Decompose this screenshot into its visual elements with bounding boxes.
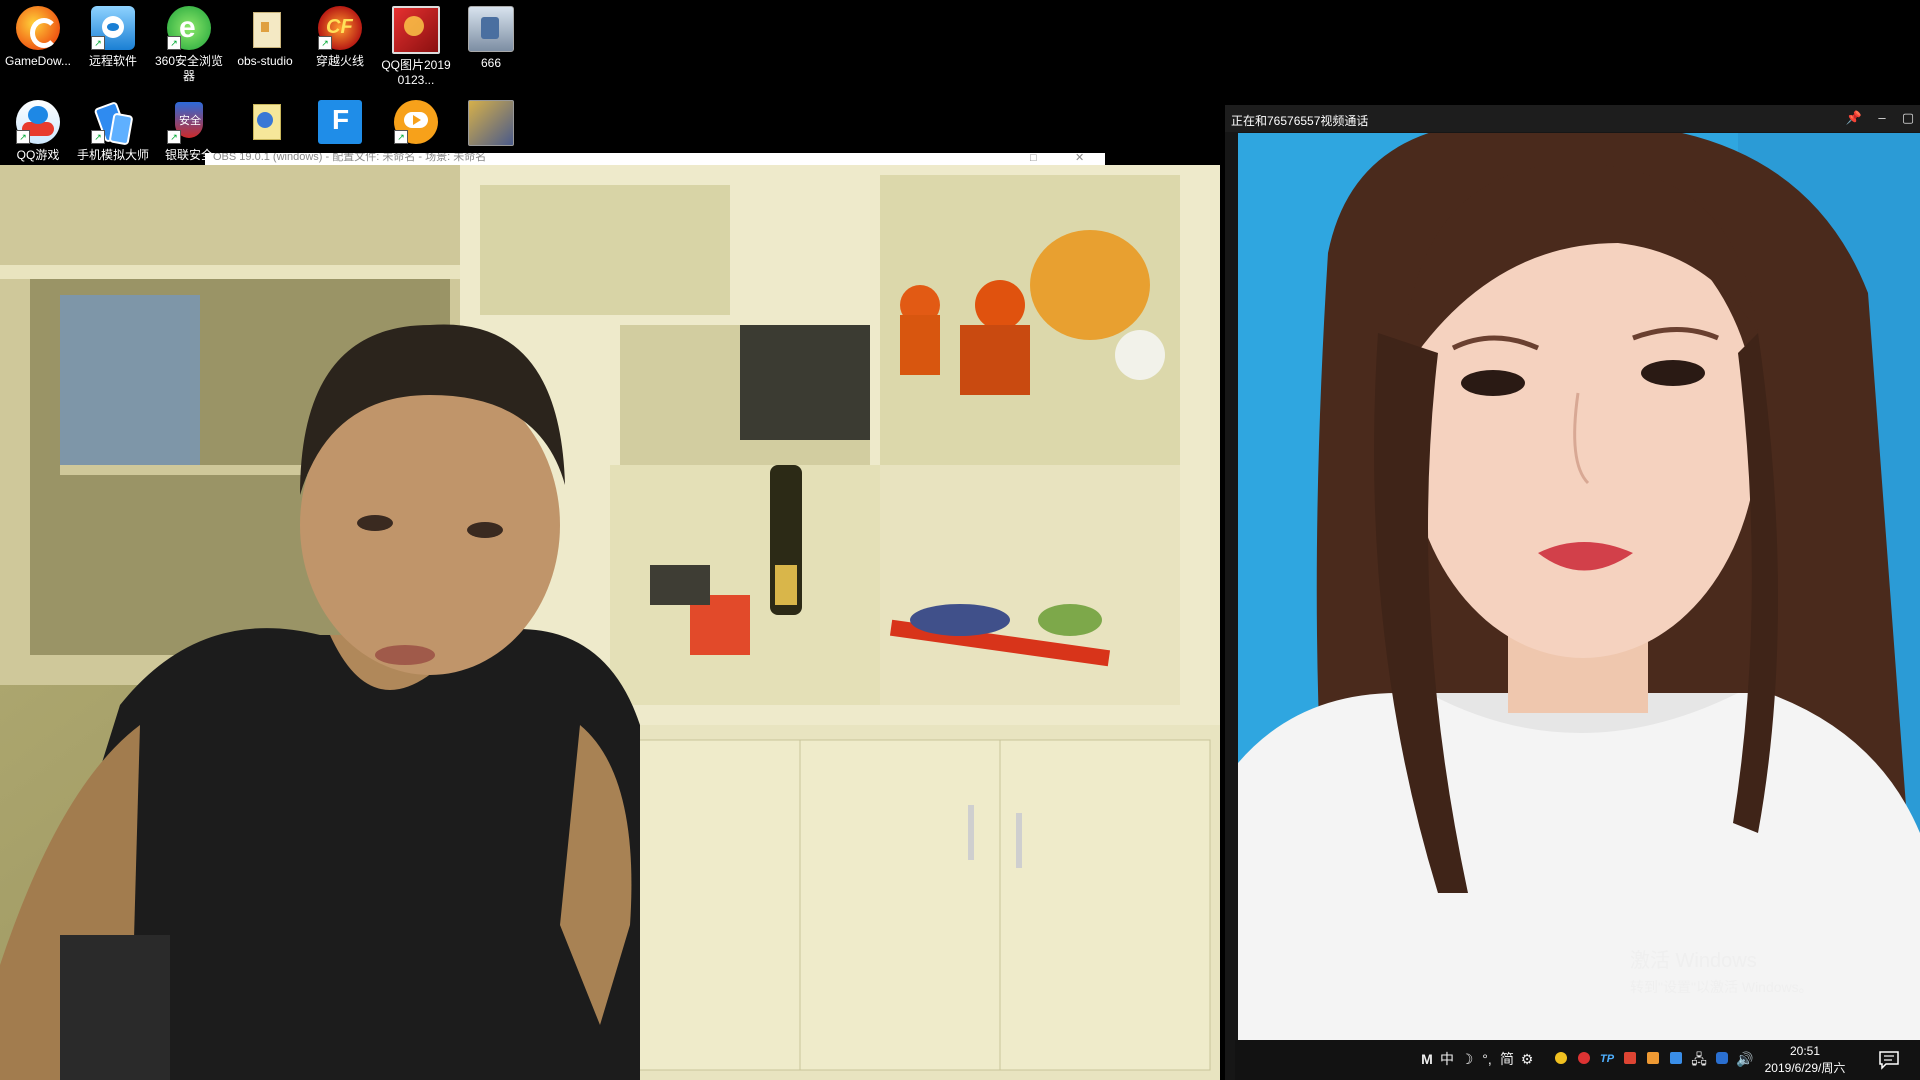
icon-label: 360安全浏览器 xyxy=(154,54,224,83)
desktop-icon-666[interactable]: 666 xyxy=(453,6,529,71)
shortcut-arrow-icon: ↗ xyxy=(16,130,30,144)
shortcut-arrow-icon: ↗ xyxy=(91,130,105,144)
security-tray-icon[interactable] xyxy=(1621,1050,1639,1068)
maximize-icon[interactable]: ▢ xyxy=(1897,109,1919,127)
ime-mode-icon[interactable]: M xyxy=(1418,1050,1436,1068)
notification-icon[interactable] xyxy=(1878,1050,1900,1070)
webcam-scene xyxy=(0,165,1220,1080)
gamedownload-icon xyxy=(16,6,60,50)
crossfire-icon: CF ↗ xyxy=(318,6,362,50)
file-icon xyxy=(468,6,514,52)
icon-label: 穿越火线 xyxy=(315,54,364,68)
desktop-icon-qq-game[interactable]: ↗ QQ游戏 xyxy=(0,100,76,163)
document-icon xyxy=(243,100,287,144)
shield-tray-icon[interactable] xyxy=(1575,1050,1593,1068)
desktop-icon-phone-emulator[interactable]: ↗ 手机模拟大师 xyxy=(75,100,151,163)
taskbar-clock[interactable]: 20:51 2019/6/29/周六 xyxy=(1755,1043,1855,1077)
pin-icon[interactable]: 📌 xyxy=(1843,109,1865,127)
desktop-icon-qq-image[interactable]: QQ图片20190123... xyxy=(378,6,454,88)
video-app-icon: ↗ xyxy=(394,100,438,144)
desktop-icon-obs-studio[interactable]: obs-studio xyxy=(227,6,303,69)
remote-video-feed xyxy=(1238,133,1920,1043)
network-tray-icon[interactable]: 🖧 xyxy=(1690,1050,1708,1068)
remote-video-scene xyxy=(1238,133,1920,1043)
360-browser-icon: e ↗ xyxy=(167,6,211,50)
app-tray-icon[interactable] xyxy=(1644,1050,1662,1068)
teamviewer-tray-icon[interactable]: TP xyxy=(1598,1050,1616,1068)
qq-tray-icon[interactable] xyxy=(1552,1050,1570,1068)
ime-settings-icon[interactable]: ⚙ xyxy=(1518,1050,1536,1068)
ime-punctuation-icon[interactable]: °, xyxy=(1478,1050,1496,1068)
webcam-feed xyxy=(0,165,1220,1080)
image-thumb-icon xyxy=(468,100,514,146)
close-icon[interactable]: ✕ xyxy=(1075,153,1084,165)
icon-label: GameDow... xyxy=(4,54,72,68)
desktop-icon-f-app[interactable]: F xyxy=(302,100,378,148)
video-call-titlebar[interactable]: 正在和76576557视频通话 📌 – ▢ xyxy=(1225,105,1920,132)
shortcut-arrow-icon: ↗ xyxy=(394,130,408,144)
desktop-icon-remote-software[interactable]: ↗ 远程软件 xyxy=(75,6,151,69)
maximize-icon[interactable]: □ xyxy=(1030,153,1037,165)
icon-label: 666 xyxy=(480,56,502,70)
qq-game-icon: ↗ xyxy=(16,100,60,144)
obs-title-text: OBS 19.0.1 (windows) - 配置文件: 未命名 - 场景: 未… xyxy=(213,153,487,163)
icon-label: 手机模拟大师 xyxy=(76,148,149,162)
icon-label: obs-studio xyxy=(237,54,293,68)
shortcut-arrow-icon: ↗ xyxy=(91,36,105,50)
icon-label: QQ图片20190123... xyxy=(381,58,451,87)
ime-simplified-icon[interactable]: 简 xyxy=(1498,1050,1516,1068)
icon-label: QQ游戏 xyxy=(16,148,60,162)
windows-activation-watermark: 激活 Windows 转到"设置"以激活 Windows。 xyxy=(1630,944,1813,997)
f-app-icon: F xyxy=(318,100,362,144)
unionpay-security-icon: 安全 ↗ xyxy=(167,100,211,144)
clock-time: 20:51 xyxy=(1789,1044,1821,1058)
image-file-icon xyxy=(392,6,440,54)
ime-halfwidth-icon[interactable]: ☽ xyxy=(1458,1050,1476,1068)
icon-label: 远程软件 xyxy=(88,54,137,68)
app3-tray-icon[interactable] xyxy=(1713,1050,1731,1068)
clock-date: 2019/6/29/周六 xyxy=(1764,1061,1846,1075)
desktop-icon-document[interactable] xyxy=(227,100,303,148)
desktop-icon-image-thumb[interactable] xyxy=(453,100,529,150)
shortcut-arrow-icon: ↗ xyxy=(167,130,181,144)
desktop-icon-video-app[interactable]: ↗ xyxy=(378,100,454,148)
desktop-icon-360-browser[interactable]: e ↗ 360安全浏览器 xyxy=(151,6,227,84)
desktop-icon-gamedownload[interactable]: GameDow... xyxy=(0,6,76,69)
video-call-window[interactable]: 正在和76576557视频通话 📌 – ▢ xyxy=(1225,105,1920,1080)
volume-icon[interactable]: 🔊 xyxy=(1736,1050,1754,1068)
phone-emulator-icon: ↗ xyxy=(91,100,135,146)
obs-window-titlebar[interactable]: OBS 19.0.1 (windows) - 配置文件: 未命名 - 场景: 未… xyxy=(205,153,1105,165)
ime-chinese-icon[interactable]: 中 xyxy=(1438,1050,1456,1068)
desktop-icon-crossfire[interactable]: CF ↗ 穿越火线 xyxy=(302,6,378,69)
shortcut-arrow-icon: ↗ xyxy=(318,36,332,50)
remote-software-icon: ↗ xyxy=(91,6,135,50)
video-call-title: 正在和76576557视频通话 xyxy=(1231,114,1369,128)
watermark-line1: 激活 Windows xyxy=(1630,950,1757,972)
watermark-line2: 转到"设置"以激活 Windows。 xyxy=(1630,979,1813,995)
app2-tray-icon[interactable] xyxy=(1667,1050,1685,1068)
shortcut-arrow-icon: ↗ xyxy=(167,36,181,50)
folder-icon xyxy=(243,6,287,50)
minimize-icon[interactable]: – xyxy=(1871,109,1893,127)
